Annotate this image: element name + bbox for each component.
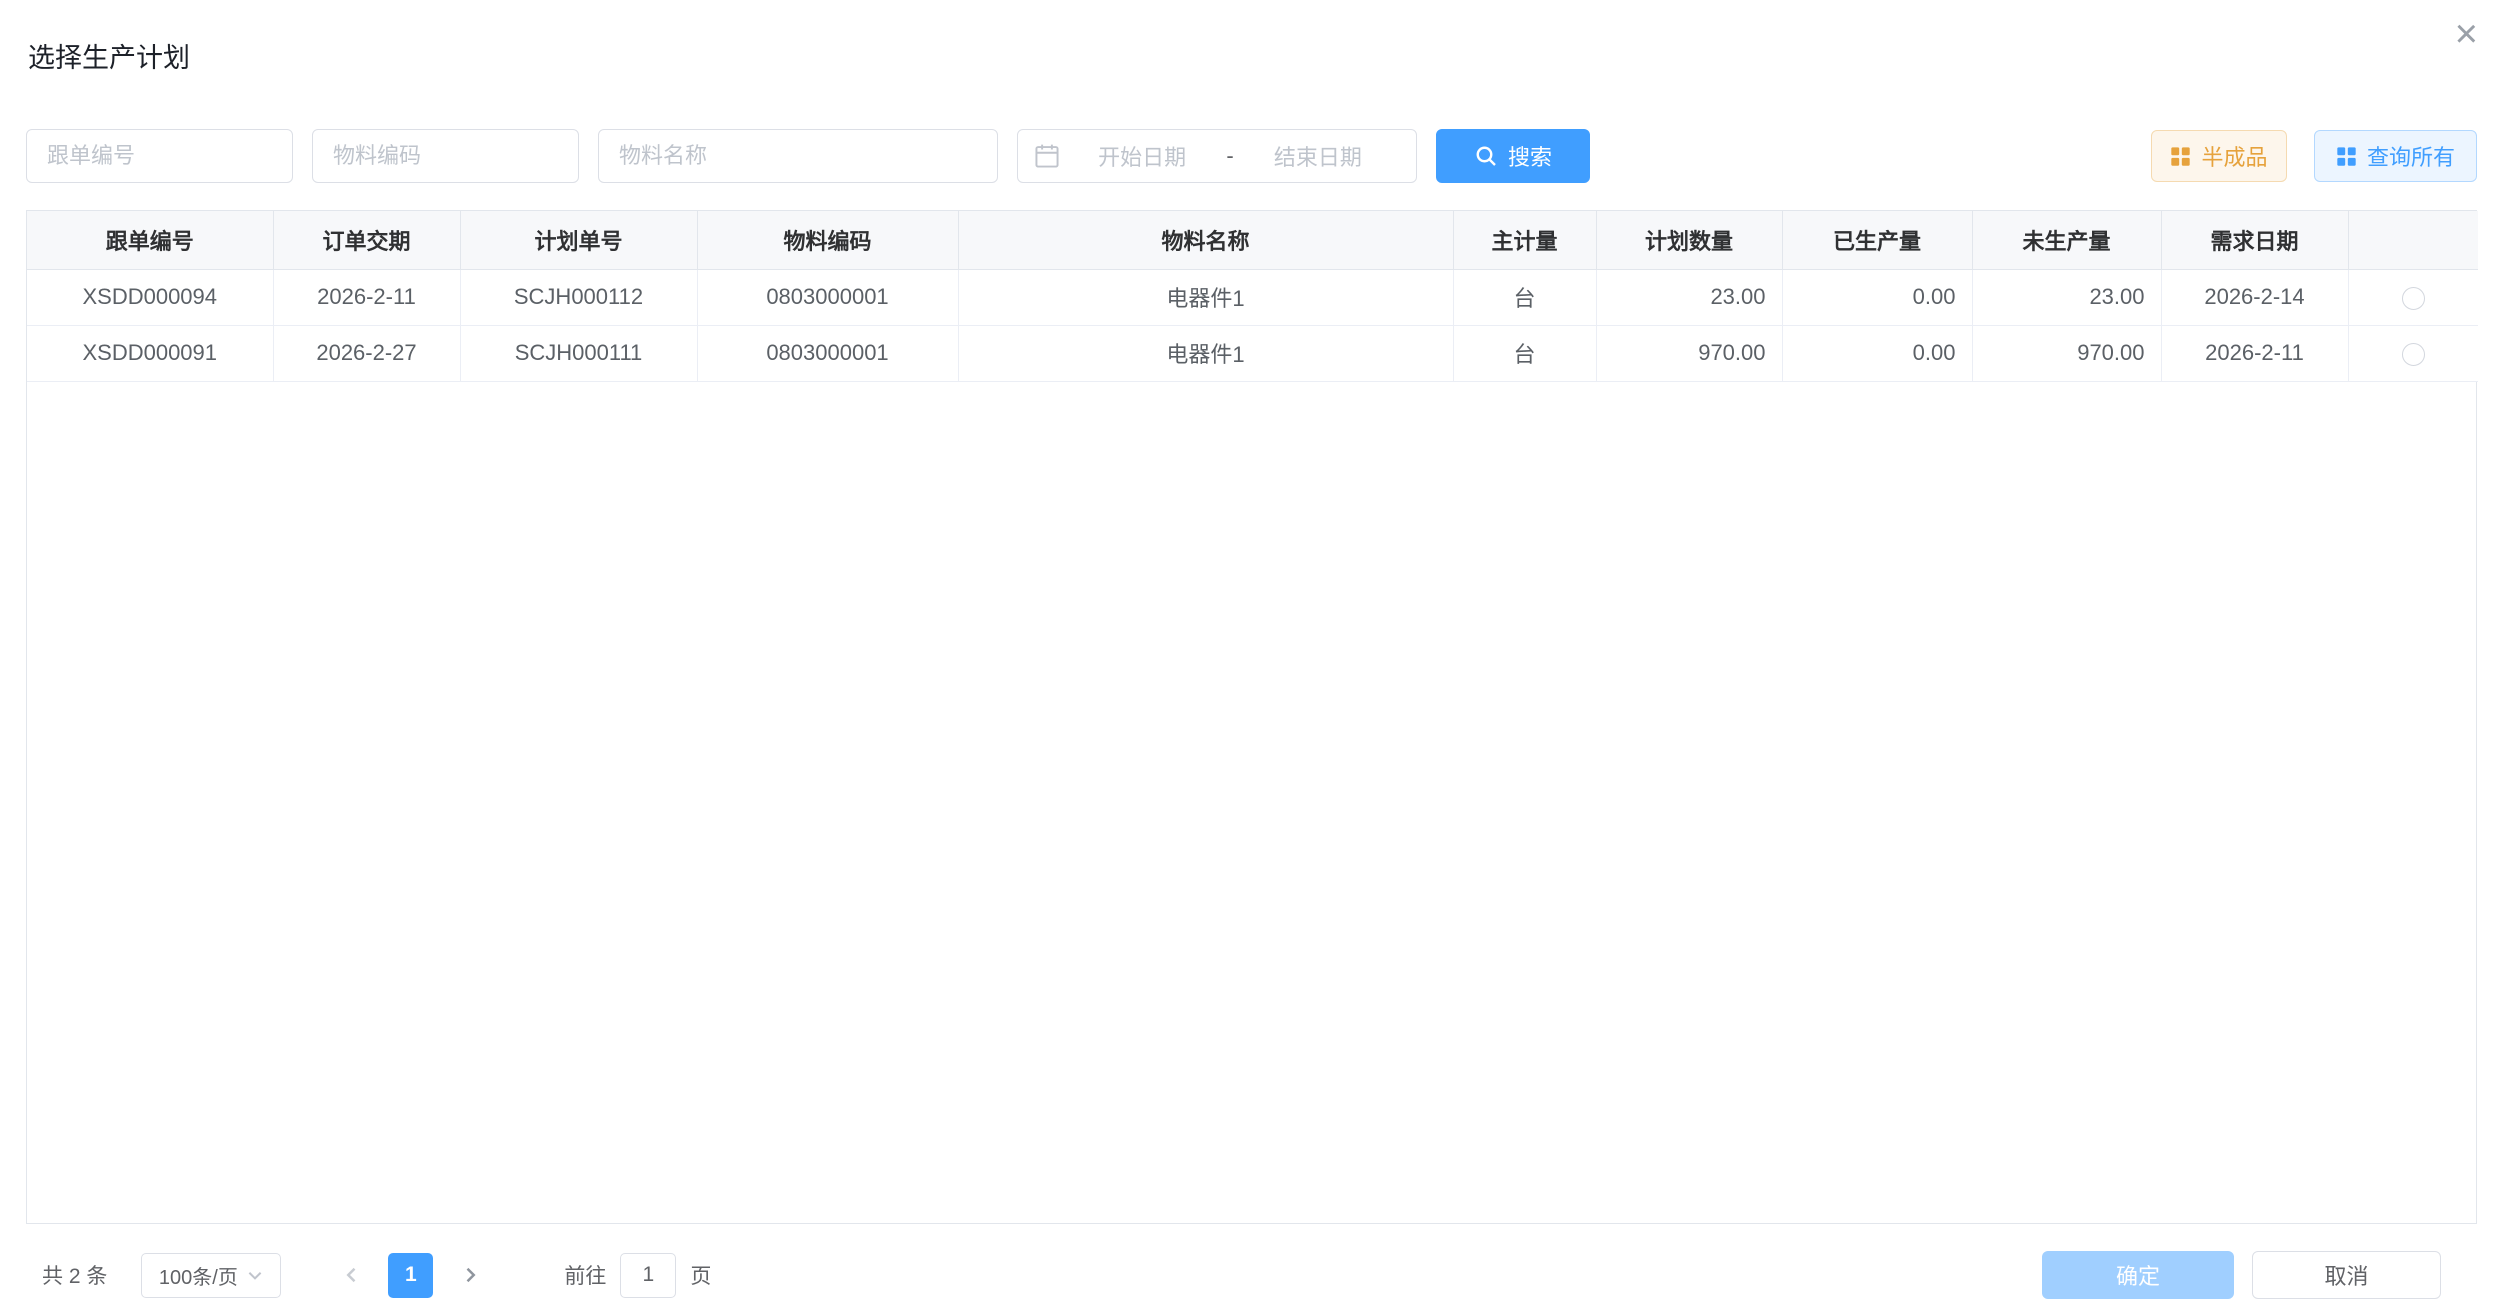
prev-page-button[interactable] — [329, 1253, 374, 1298]
row-radio-button[interactable] — [2402, 287, 2425, 310]
goto-page-input[interactable] — [620, 1253, 676, 1298]
cancel-button[interactable]: 取消 — [2252, 1251, 2441, 1299]
next-page-button[interactable] — [447, 1253, 492, 1298]
cell-plan-qty: 23.00 — [1596, 269, 1782, 325]
cell-order-date: 2026-2-27 — [273, 325, 460, 381]
cell-order-no: XSDD000094 — [27, 269, 273, 325]
date-range-separator: - — [1224, 143, 1235, 169]
cell-plan-qty: 970.00 — [1596, 325, 1782, 381]
column-header-select — [2348, 211, 2478, 269]
cell-material-name: 电器件1 — [958, 325, 1453, 381]
cell-order-no: XSDD000091 — [27, 325, 273, 381]
table-header-row: 跟单编号 订单交期 计划单号 物料编码 物料名称 主计量 计划数量 已生产量 未… — [27, 211, 2478, 269]
close-icon[interactable]: × — [2455, 14, 2478, 54]
pagination-total: 共 2 条 — [42, 1260, 107, 1290]
cell-demand-date: 2026-2-11 — [2161, 325, 2348, 381]
table-row[interactable]: XSDD000094 2026-2-11 SCJH000112 08030000… — [27, 269, 2478, 325]
page-number-current[interactable]: 1 — [388, 1253, 433, 1298]
pagination: 共 2 条 100条/页 1 — [26, 1253, 711, 1298]
cell-unit: 台 — [1453, 325, 1596, 381]
row-radio-button[interactable] — [2402, 343, 2425, 366]
cell-plan-no: SCJH000112 — [460, 269, 697, 325]
cell-plan-no: SCJH000111 — [460, 325, 697, 381]
column-header-unit: 主计量 — [1453, 211, 1596, 269]
cell-produced-qty: 0.00 — [1782, 269, 1972, 325]
column-header-order-date: 订单交期 — [273, 211, 460, 269]
semi-finished-button[interactable]: 半成品 — [2151, 130, 2287, 182]
query-all-button[interactable]: 查询所有 — [2314, 130, 2477, 182]
calendar-icon — [1034, 143, 1060, 169]
chevron-left-icon — [342, 1265, 362, 1285]
date-range-picker[interactable]: 开始日期 - 结束日期 — [1017, 129, 1417, 183]
column-header-plan-qty: 计划数量 — [1596, 211, 1782, 269]
page-size-value: 100条/页 — [159, 1261, 238, 1290]
filter-right-group: 半成品 查询所有 — [2151, 130, 2477, 182]
column-header-material-name: 物料名称 — [958, 211, 1453, 269]
search-button-label: 搜索 — [1508, 140, 1552, 172]
column-header-demand-date: 需求日期 — [2161, 211, 2348, 269]
cell-select — [2348, 325, 2478, 381]
column-header-unproduced-qty: 未生产量 — [1972, 211, 2161, 269]
cell-order-date: 2026-2-11 — [273, 269, 460, 325]
cell-material-code: 0803000001 — [697, 325, 958, 381]
column-header-plan-no: 计划单号 — [460, 211, 697, 269]
cell-unproduced-qty: 23.00 — [1972, 269, 2161, 325]
dialog-footer: 共 2 条 100条/页 1 — [26, 1246, 2477, 1304]
order-no-input[interactable] — [26, 129, 293, 183]
cell-unproduced-qty: 970.00 — [1972, 325, 2161, 381]
cell-unit: 台 — [1453, 269, 1596, 325]
date-start-placeholder: 开始日期 — [1060, 140, 1224, 172]
cell-demand-date: 2026-2-14 — [2161, 269, 2348, 325]
goto-label: 前往 — [564, 1260, 606, 1290]
material-code-input[interactable] — [312, 129, 579, 183]
table-row[interactable]: XSDD000091 2026-2-27 SCJH000111 08030000… — [27, 325, 2478, 381]
column-header-order-no: 跟单编号 — [27, 211, 273, 269]
search-icon — [1474, 144, 1498, 168]
chevron-down-icon — [246, 1266, 264, 1284]
cell-produced-qty: 0.00 — [1782, 325, 1972, 381]
page-size-select[interactable]: 100条/页 — [141, 1253, 281, 1298]
confirm-button[interactable]: 确定 — [2042, 1251, 2234, 1299]
footer-actions: 确定 取消 — [2042, 1251, 2441, 1299]
date-end-placeholder: 结束日期 — [1236, 140, 1400, 172]
grid-icon — [2336, 146, 2357, 167]
chevron-right-icon — [460, 1265, 480, 1285]
search-button[interactable]: 搜索 — [1436, 129, 1590, 183]
column-header-material-code: 物料编码 — [697, 211, 958, 269]
page-unit-label: 页 — [690, 1260, 711, 1290]
cell-material-code: 0803000001 — [697, 269, 958, 325]
grid-icon — [2170, 146, 2191, 167]
query-all-label: 查询所有 — [2367, 140, 2455, 172]
column-header-produced-qty: 已生产量 — [1782, 211, 1972, 269]
cell-material-name: 电器件1 — [958, 269, 1453, 325]
semi-finished-label: 半成品 — [2201, 140, 2267, 172]
cell-select — [2348, 269, 2478, 325]
table-body: XSDD000094 2026-2-11 SCJH000112 08030000… — [27, 269, 2478, 381]
dialog-title: 选择生产计划 — [28, 36, 190, 75]
filter-bar: 开始日期 - 结束日期 搜索 — [26, 128, 2477, 184]
production-plan-table: 跟单编号 订单交期 计划单号 物料编码 物料名称 主计量 计划数量 已生产量 未… — [26, 210, 2477, 1224]
material-name-input[interactable] — [598, 129, 998, 183]
